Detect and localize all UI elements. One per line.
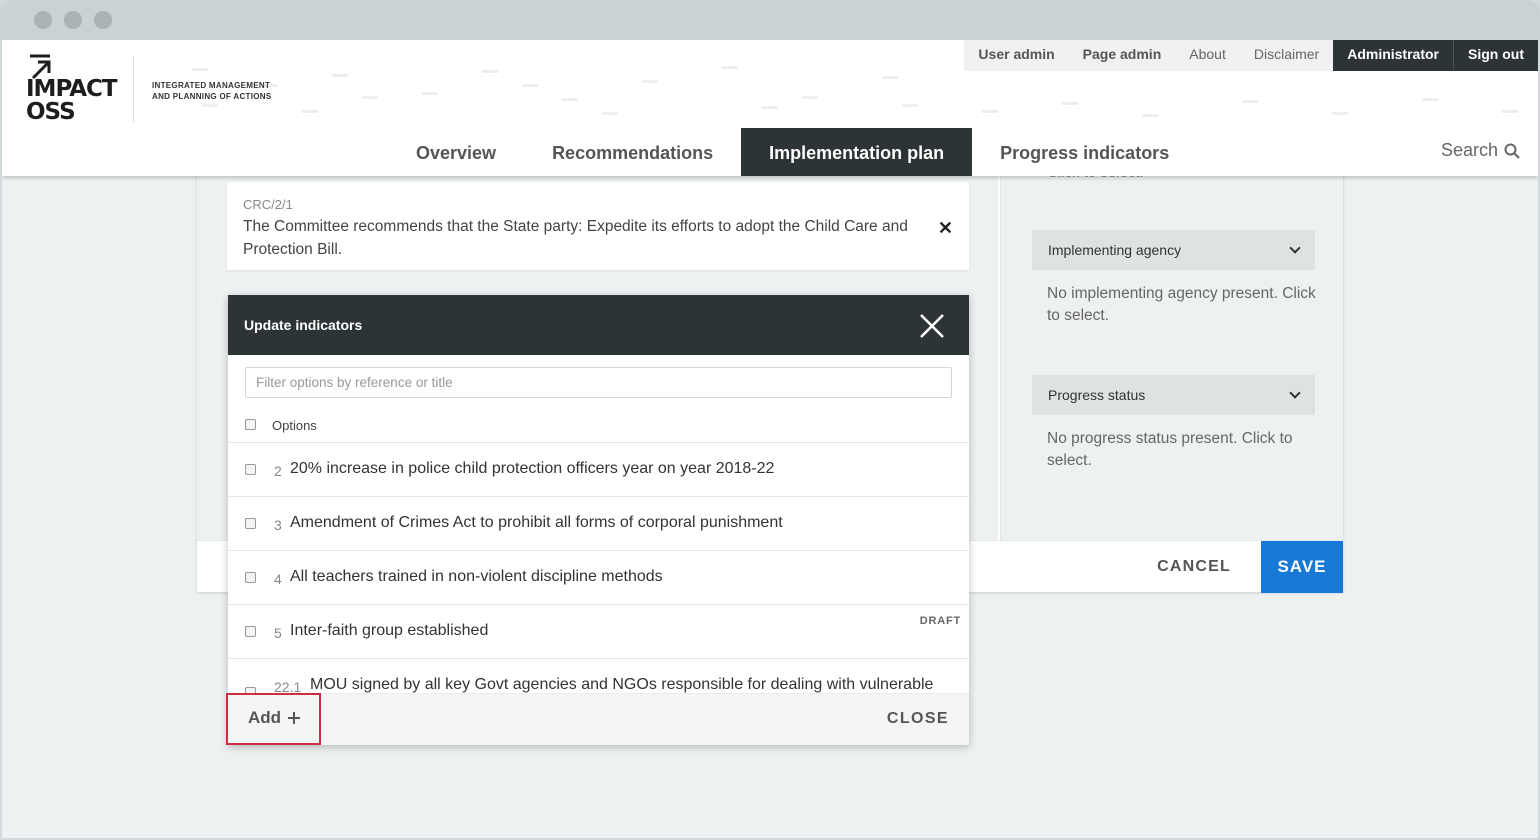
cancel-button[interactable]: CANCEL — [1127, 541, 1261, 593]
option-number: 4 — [274, 571, 282, 587]
save-button[interactable]: SAVE — [1261, 541, 1343, 593]
chevron-down-icon — [1289, 386, 1301, 399]
window-close-dot[interactable] — [34, 11, 52, 29]
search-button[interactable]: Search — [1441, 140, 1520, 161]
option-text: Inter-faith group established — [290, 622, 489, 639]
remove-recommendation-icon[interactable]: ✕ — [938, 218, 953, 239]
implementing-agency-label: Implementing agency — [1048, 242, 1182, 258]
top-link-sign-out[interactable]: Sign out — [1453, 40, 1538, 71]
close-button[interactable]: CLOSE — [887, 710, 949, 728]
option-row[interactable]: 2 20% increase in police child protectio… — [228, 443, 969, 497]
main-nav: Overview Recommendations Implementation … — [388, 128, 1197, 176]
top-link-user-admin[interactable]: User admin — [964, 40, 1069, 71]
option-text: Amendment of Crimes Act to prohibit all … — [290, 514, 783, 531]
option-number: 2 — [274, 463, 282, 479]
modal-footer: Add CLOSE — [228, 693, 969, 745]
top-link-about[interactable]: About — [1175, 40, 1240, 71]
option-checkbox[interactable] — [245, 464, 256, 475]
browser-chrome — [0, 0, 1540, 40]
top-nav: User admin Page admin About Disclaimer A… — [964, 40, 1538, 71]
tab-progress-indicators[interactable]: Progress indicators — [972, 128, 1197, 176]
modal-title: Update indicators — [244, 317, 363, 333]
option-number: 3 — [274, 517, 282, 533]
impact-oss-logo[interactable]: IMPACT OSS — [24, 50, 124, 126]
logo-wordmark: IMPACT OSS — [26, 76, 118, 125]
select-all-checkbox[interactable] — [245, 419, 256, 430]
modal-header: Update indicators — [228, 295, 969, 355]
top-link-administrator[interactable]: Administrator — [1333, 40, 1453, 71]
options-header: Options — [228, 407, 969, 443]
draft-badge: DRAFT — [919, 615, 961, 627]
option-text: 20% increase in police child protection … — [290, 460, 775, 477]
options-list: 2 20% increase in police child protectio… — [228, 443, 969, 713]
window-minimize-dot[interactable] — [64, 11, 82, 29]
option-checkbox[interactable] — [245, 626, 256, 637]
top-link-disclaimer[interactable]: Disclaimer — [1239, 40, 1334, 71]
window-maximize-dot[interactable] — [94, 11, 112, 29]
logo-divider — [133, 56, 134, 122]
search-icon — [1504, 143, 1520, 159]
tab-overview[interactable]: Overview — [388, 128, 524, 176]
options-header-label: Options — [272, 418, 317, 433]
option-checkbox[interactable] — [245, 518, 256, 529]
option-row[interactable]: 5 Inter-faith group established DRAFT — [228, 605, 969, 659]
option-row[interactable]: 4 All teachers trained in non-violent di… — [228, 551, 969, 605]
recommendation-ref: CRC/2/1 — [243, 197, 293, 212]
recommendation-card: CRC/2/1 The Committee recommends that th… — [227, 182, 969, 270]
filter-input[interactable] — [245, 367, 952, 398]
implementing-agency-dropdown[interactable]: Implementing agency — [1032, 230, 1315, 270]
tab-implementation-plan[interactable]: Implementation plan — [741, 128, 973, 176]
chevron-down-icon — [1289, 241, 1301, 254]
update-indicators-modal: Update indicators Options 2 20% increase… — [228, 295, 969, 745]
site-header: IMPACT OSS INTEGRATED MANAGEMENT AND PLA… — [2, 40, 1538, 176]
logo-tagline: INTEGRATED MANAGEMENT AND PLANNING OF AC… — [152, 81, 272, 101]
tab-recommendations[interactable]: Recommendations — [524, 128, 741, 176]
close-icon[interactable] — [919, 313, 945, 339]
option-checkbox[interactable] — [245, 572, 256, 583]
progress-status-label: Progress status — [1048, 387, 1146, 403]
search-label: Search — [1440, 140, 1498, 160]
option-text: MOU signed by all key Govt agencies and … — [310, 676, 934, 693]
option-number: 5 — [274, 625, 282, 641]
add-button-highlight — [226, 693, 321, 745]
implementing-agency-hint[interactable]: No implementing agency present. Click to… — [1047, 283, 1317, 327]
top-link-page-admin[interactable]: Page admin — [1068, 40, 1176, 71]
option-row[interactable]: 3 Amendment of Crimes Act to prohibit al… — [228, 497, 969, 551]
recommendation-text: The Committee recommends that the State … — [243, 218, 908, 258]
progress-status-hint[interactable]: No progress status present. Click to sel… — [1047, 428, 1317, 472]
progress-status-dropdown[interactable]: Progress status — [1032, 375, 1315, 415]
option-text: All teachers trained in non-violent disc… — [290, 568, 663, 585]
